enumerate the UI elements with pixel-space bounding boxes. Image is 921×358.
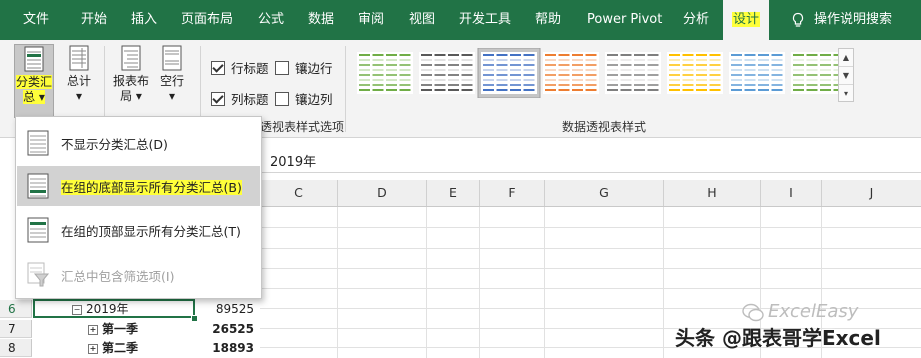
menu-item-do-not-show-subtotals[interactable]: 不显示分类汇总(D)	[17, 123, 260, 163]
blank-rows-icon	[162, 45, 182, 71]
checkbox-empty-icon	[275, 60, 289, 75]
column-header[interactable]: D	[338, 180, 427, 206]
blank-rows-button[interactable]: 空行 ▾	[156, 44, 188, 104]
pivot-row-label[interactable]: + 第一季	[88, 320, 138, 338]
checkbox-empty-icon	[275, 91, 289, 106]
tab-file[interactable]: 文件	[23, 0, 49, 40]
group-separator	[345, 46, 346, 132]
active-cell-border	[33, 299, 195, 318]
pivot-row-value[interactable]: 89525	[196, 300, 254, 318]
grand-totals-icon	[69, 45, 89, 71]
watermark-source: 头条 @跟表哥学Excel	[675, 326, 881, 350]
pivot-row-label[interactable]: + 第二季	[88, 339, 138, 357]
tab-review[interactable]: 审阅	[358, 0, 384, 40]
row-headers-checkbox[interactable]: 行标题	[211, 58, 269, 77]
subtotals-top-icon	[27, 217, 49, 243]
report-layout-label: 报表布 局 ▾	[112, 74, 149, 103]
grand-totals-button[interactable]: 总计 ▾	[60, 44, 98, 104]
gallery-down-icon[interactable]: ▼	[839, 67, 853, 85]
pivot-style-thumbnail[interactable]	[667, 52, 723, 94]
gallery-more-icon[interactable]: ▾	[839, 85, 853, 102]
menu-item-show-subtotals-bottom[interactable]: 在组的底部显示所有分类汇总(B)	[17, 166, 260, 206]
column-header[interactable]: J	[822, 180, 921, 206]
pivot-style-thumbnail[interactable]	[357, 52, 413, 94]
tab-design-label: 设计	[731, 12, 760, 27]
report-layout-button[interactable]: 报表布 局 ▾	[110, 44, 152, 104]
menu-item-include-filtered[interactable]: 汇总中包含筛选项(I)	[17, 255, 260, 295]
banded-columns-checkbox[interactable]: 镶边列	[275, 89, 333, 108]
no-subtotals-icon	[27, 130, 49, 156]
grand-totals-label: 总计 ▾	[66, 74, 91, 103]
tab-help[interactable]: 帮助	[535, 0, 561, 40]
column-header[interactable]: G	[545, 180, 664, 206]
pivot-row-text: 第一季	[102, 322, 139, 336]
tab-analyze[interactable]: 分析	[683, 0, 709, 40]
banded-columns-label: 镶边列	[295, 92, 333, 107]
tell-me-search[interactable]: 操作说明搜索	[790, 0, 892, 40]
row-header[interactable]: 6	[0, 300, 32, 318]
tab-insert[interactable]: 插入	[131, 0, 157, 40]
pivot-row-value[interactable]: 26525	[196, 320, 254, 338]
pivot-style-gallery	[353, 47, 847, 99]
pivot-row-text: 第二季	[102, 341, 139, 355]
tab-view[interactable]: 视图	[409, 0, 435, 40]
report-layout-icon	[121, 45, 141, 71]
tab-power-pivot[interactable]: Power Pivot	[587, 0, 662, 40]
menu-item-show-subtotals-top[interactable]: 在组的顶部显示所有分类汇总(T)	[17, 210, 260, 250]
column-headers-checkbox[interactable]: 列标题	[211, 89, 269, 108]
subtotals-bottom-icon	[27, 173, 49, 199]
watermark-brand: ExcelEasy	[768, 301, 859, 322]
pivot-style-thumbnail[interactable]	[605, 52, 661, 94]
menu-item-label: 不显示分类汇总(D)	[61, 136, 168, 152]
tab-design[interactable]: 设计	[723, 0, 769, 40]
checkbox-checked-icon	[211, 91, 225, 106]
pivot-style-thumbnails	[357, 47, 847, 99]
expand-icon[interactable]: +	[88, 343, 98, 354]
formula-bar[interactable]: 2019年	[260, 146, 921, 173]
expand-icon[interactable]: +	[88, 324, 98, 335]
fill-handle[interactable]	[191, 315, 198, 322]
checkbox-checked-icon	[211, 60, 225, 75]
tab-home[interactable]: 开始	[81, 0, 107, 40]
column-header[interactable]: I	[761, 180, 822, 206]
tab-formulas[interactable]: 公式	[258, 0, 284, 40]
subtotals-dropdown-menu: 不显示分类汇总(D) 在组的底部显示所有分类汇总(B) 在组的顶部显示所有分类汇…	[15, 116, 262, 299]
menu-item-label: 在组的底部显示所有分类汇总(B)	[61, 177, 242, 196]
tab-developer[interactable]: 开发工具	[459, 0, 511, 40]
pivot-style-thumbnail[interactable]	[729, 52, 785, 94]
pivot-row-value[interactable]: 18893	[196, 339, 254, 357]
banded-rows-checkbox[interactable]: 镶边行	[275, 58, 333, 77]
subtotals-button[interactable]: 分类汇 总 ▾	[14, 44, 54, 118]
column-headers: C D E F G H I J	[260, 180, 921, 207]
gallery-up-icon[interactable]: ▲	[839, 49, 853, 67]
subtotals-label: 分类汇 总 ▾	[15, 75, 52, 104]
pivot-style-thumbnail[interactable]	[543, 52, 599, 94]
pivot-styles-group-label: 数据透视表样式	[562, 120, 647, 134]
banded-rows-label: 镶边行	[295, 61, 333, 76]
pivot-style-thumbnail[interactable]	[419, 52, 475, 94]
menu-item-label: 在组的顶部显示所有分类汇总(T)	[61, 223, 241, 239]
wechat-logo-icon	[742, 303, 764, 322]
menu-item-highlighted-text: 在组的底部显示所有分类汇总(B)	[61, 179, 242, 195]
column-header[interactable]: E	[427, 180, 480, 206]
menu-item-label: 汇总中包含筛选项(I)	[61, 268, 175, 284]
row-headers-label: 行标题	[231, 61, 269, 76]
row-header[interactable]: 8	[0, 339, 32, 357]
formula-value: 2019年	[270, 155, 317, 170]
pivot-style-thumbnail[interactable]	[477, 47, 541, 99]
tab-data[interactable]: 数据	[308, 0, 334, 40]
subtotals-icon	[24, 46, 44, 72]
column-header[interactable]: H	[664, 180, 761, 206]
column-headers-label: 列标题	[231, 92, 269, 107]
gallery-scroll[interactable]: ▲ ▼ ▾	[838, 48, 854, 102]
filter-icon	[27, 262, 49, 287]
column-header[interactable]: F	[480, 180, 545, 206]
ribbon-tab-bar: 文件 开始 插入 页面布局 公式 数据 审阅 视图 开发工具 帮助 Power …	[0, 0, 921, 40]
tell-me-label: 操作说明搜索	[814, 12, 893, 27]
blank-rows-label: 空行 ▾	[159, 74, 184, 103]
lightbulb-icon	[792, 12, 804, 27]
column-header[interactable]: C	[260, 180, 338, 206]
tab-page-layout[interactable]: 页面布局	[181, 0, 233, 40]
row-header[interactable]: 7	[0, 320, 32, 338]
